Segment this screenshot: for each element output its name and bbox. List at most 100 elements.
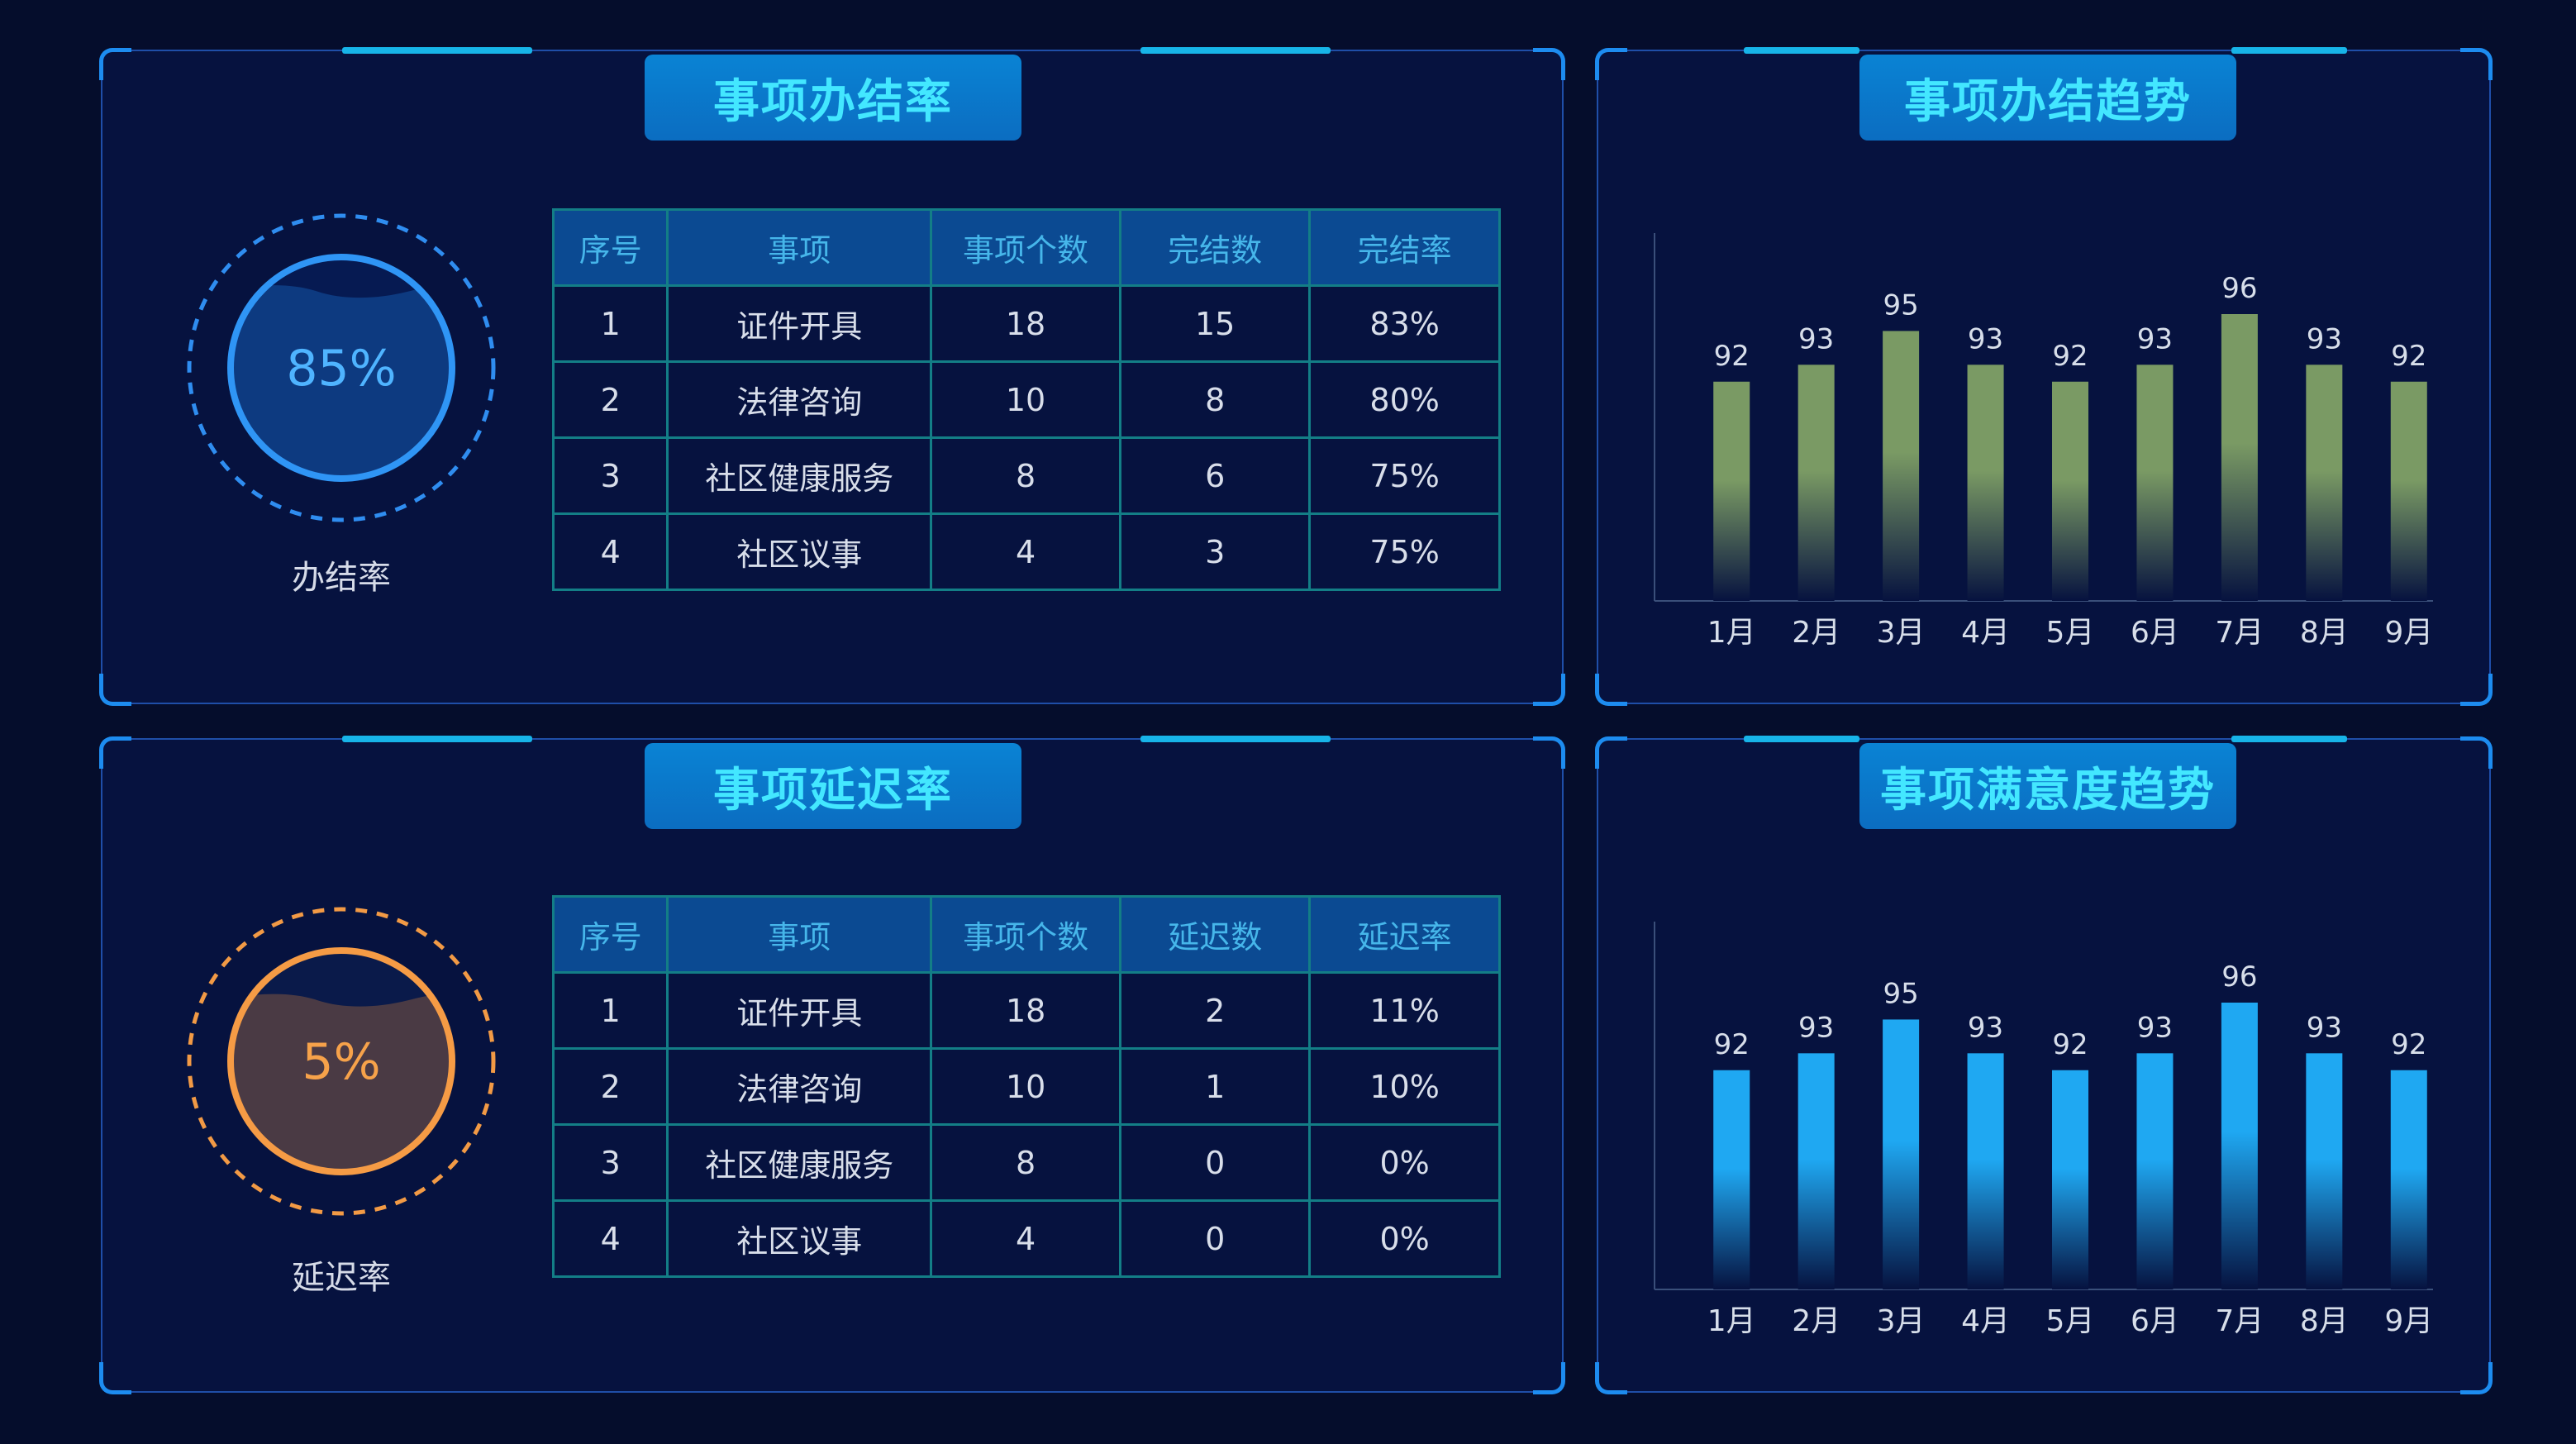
table-cell: 75% xyxy=(1308,436,1501,515)
table-cell: 0 xyxy=(1119,1199,1312,1278)
bar xyxy=(2390,381,2427,601)
table-cell: 社区议事 xyxy=(666,512,932,591)
top-accent xyxy=(342,736,532,742)
x-tick-label: 6月 xyxy=(2131,1304,2179,1338)
column-header: 序号 xyxy=(551,208,669,287)
completion-rate-panel: 事项办结率 85% 办结率 序号 事项 事项个数 完结数 完结率 1 证件开具 … xyxy=(99,47,1565,706)
table-cell: 4 xyxy=(551,1199,669,1278)
table-cell: 3 xyxy=(551,436,669,515)
column-header: 序号 xyxy=(551,895,669,974)
corner-decoration xyxy=(1533,1362,1565,1394)
column-header: 延迟数 xyxy=(1119,895,1312,974)
top-accent xyxy=(342,47,532,54)
completion-trend-panel: 事项办结趋势 92 1月 93 2月 95 3月 93 4月 92 5月 93 6月 96 7月 93 8月 9… xyxy=(1595,47,2493,706)
table-cell: 10 xyxy=(930,1047,1122,1126)
table-cell: 8 xyxy=(930,1123,1122,1202)
x-tick-label: 4月 xyxy=(1961,616,2010,650)
completion-trend-chart: 92 1月 93 2月 95 3月 93 4月 92 5月 93 6月 96 7月 93 8月 92 9月 xyxy=(1654,233,2433,650)
bar xyxy=(2390,1070,2427,1289)
x-tick-label: 3月 xyxy=(1877,1304,1926,1338)
table-cell: 3 xyxy=(551,1123,669,1202)
x-tick-label: 3月 xyxy=(1877,616,1926,650)
data-label: 93 xyxy=(2307,322,2342,355)
table-cell: 3 xyxy=(1119,512,1312,591)
bar xyxy=(1967,1053,2004,1289)
x-tick-label: 2月 xyxy=(1792,1304,1840,1338)
x-tick-label: 1月 xyxy=(1707,1304,1756,1338)
table-cell: 18 xyxy=(930,971,1122,1050)
gauge-value: 5% xyxy=(302,1033,380,1091)
table-cell: 4 xyxy=(551,512,669,591)
table-cell: 83% xyxy=(1308,284,1501,363)
table-row: 1 证件开具 18 2 11% xyxy=(551,971,1501,1050)
data-label: 93 xyxy=(2137,1011,2173,1044)
data-label: 93 xyxy=(2307,1011,2342,1044)
column-header: 事项 xyxy=(666,208,932,287)
x-tick-label: 9月 xyxy=(2384,616,2433,650)
delay-rate-panel: 事项延迟率 5% 延迟率 序号 事项 事项个数 延迟数 延迟率 1 证件开具 1… xyxy=(99,736,1565,1394)
delay-table: 序号 事项 事项个数 延迟数 延迟率 1 证件开具 18 2 11% 2 法律咨… xyxy=(551,895,1501,1278)
bar xyxy=(1967,365,2004,601)
corner-decoration xyxy=(99,674,131,706)
table-cell: 1 xyxy=(551,971,669,1050)
table-cell: 社区健康服务 xyxy=(666,1123,933,1202)
bar xyxy=(1713,1070,1750,1289)
table-cell: 2 xyxy=(1119,971,1312,1050)
table-cell: 1 xyxy=(1119,1047,1312,1126)
column-header: 延迟率 xyxy=(1308,895,1501,974)
x-tick-label: 8月 xyxy=(2300,616,2349,650)
table-cell: 社区健康服务 xyxy=(666,436,932,515)
table-cell: 4 xyxy=(929,512,1122,591)
column-header: 完结率 xyxy=(1308,208,1501,287)
column-header: 完结数 xyxy=(1119,208,1312,287)
satisfaction-trend-chart: 92 1月 93 2月 95 3月 93 4月 92 5月 93 6月 96 7月 93 8月 92 9月 xyxy=(1654,922,2433,1338)
panel-title: 事项办结率 xyxy=(645,55,1021,141)
data-label: 92 xyxy=(1714,1028,1750,1061)
table-header-row: 序号 事项 事项个数 完结数 完结率 xyxy=(551,208,1501,287)
table-cell: 15 xyxy=(1119,284,1312,363)
corner-decoration xyxy=(1533,736,1565,769)
data-label: 93 xyxy=(1798,1011,1834,1044)
corner-decoration xyxy=(99,48,131,80)
satisfaction-trend-panel: 事项满意度趋势 92 1月 93 2月 95 3月 93 4月 92 5月 93 6月 96 7月 93 8月… xyxy=(1595,736,2493,1394)
data-label: 96 xyxy=(2221,272,2257,305)
bar xyxy=(2221,1003,2258,1289)
gauge-value: 85% xyxy=(286,340,396,398)
data-label: 93 xyxy=(2137,322,2173,355)
bar xyxy=(2221,314,2258,601)
bar xyxy=(2052,381,2088,601)
x-tick-label: 7月 xyxy=(2215,1304,2264,1338)
bar xyxy=(2136,365,2174,601)
data-label: 95 xyxy=(1883,977,1918,1010)
x-tick-label: 4月 xyxy=(1961,1304,2010,1338)
data-label: 93 xyxy=(1968,1011,2003,1044)
table-cell: 0% xyxy=(1308,1199,1501,1278)
x-tick-label: 2月 xyxy=(1792,616,1840,650)
x-tick-label: 6月 xyxy=(2131,616,2179,650)
gauge-label: 办结率 xyxy=(292,559,391,597)
panel-title: 事项延迟率 xyxy=(645,743,1021,829)
column-header: 事项个数 xyxy=(930,895,1122,974)
table-cell: 证件开具 xyxy=(666,284,932,363)
bar xyxy=(1883,331,1920,601)
delay-gauge: 5% xyxy=(187,907,496,1216)
data-label: 93 xyxy=(1968,322,2003,355)
corner-decoration xyxy=(99,1362,131,1394)
bar xyxy=(1797,365,1835,601)
table-cell: 法律咨询 xyxy=(666,1047,933,1126)
table-cell: 18 xyxy=(929,284,1122,363)
table-row: 4 社区议事 4 0 0% xyxy=(551,1199,1501,1278)
bar xyxy=(1797,1053,1835,1289)
data-label: 92 xyxy=(2052,340,2088,373)
bar xyxy=(1883,1019,1920,1289)
data-label: 96 xyxy=(2221,960,2257,994)
table-cell: 11% xyxy=(1308,971,1501,1050)
table-row: 1 证件开具 18 15 83% xyxy=(551,284,1501,363)
bar xyxy=(2306,1053,2343,1289)
data-label: 92 xyxy=(2391,340,2426,373)
data-label: 92 xyxy=(2052,1028,2088,1061)
table-cell: 75% xyxy=(1308,512,1501,591)
table-row: 4 社区议事 4 3 75% xyxy=(551,512,1501,591)
top-accent xyxy=(1140,47,1331,54)
table-cell: 4 xyxy=(930,1199,1122,1278)
